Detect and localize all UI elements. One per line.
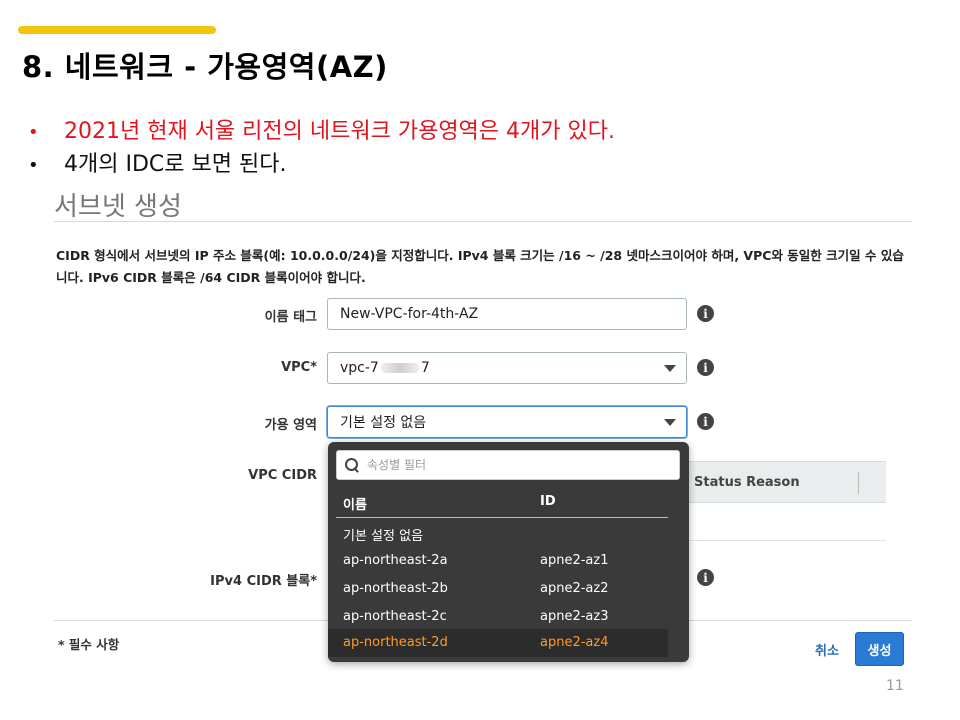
- create-subnet-heading: 서브넷 생성: [54, 192, 182, 222]
- create-button[interactable]: 생성: [855, 632, 904, 666]
- caret-down-icon: [664, 365, 676, 372]
- vpc-select[interactable]: vpc-7 7: [327, 352, 687, 384]
- option-name: ap-northeast-2c: [343, 609, 447, 624]
- option-id: apne2-az4: [540, 635, 609, 650]
- bullet-item: • 2021년 현재 서울 리전의 네트워크 가용영역은 4개가 있다.: [28, 116, 615, 149]
- option-id: apne2-az2: [540, 581, 609, 596]
- availability-zone-dropdown: 이름 ID 기본 설정 없음 ap-northeast-2a apne2-az1…: [328, 442, 689, 662]
- ipv4-cidr-label: IPv4 CIDR 블록*: [210, 574, 317, 589]
- slide-title: 8. 네트워크 - 가용영역(AZ): [22, 50, 388, 84]
- vpc-label: VPC*: [281, 360, 317, 375]
- info-icon[interactable]: i: [697, 359, 714, 376]
- table-row-divider: [686, 540, 886, 541]
- heading-divider: [54, 221, 912, 222]
- availability-zone-label: 가용 영역: [264, 418, 317, 433]
- bullet-list: • 2021년 현재 서울 리전의 네트워크 가용영역은 4개가 있다. • 4…: [28, 116, 615, 182]
- info-icon[interactable]: i: [697, 569, 714, 586]
- dropdown-option-highlighted[interactable]: ap-northeast-2d apne2-az4: [328, 629, 668, 657]
- required-note: * 필수 사항: [58, 637, 120, 652]
- id-column-header: ID: [540, 494, 556, 509]
- dropdown-option-default[interactable]: 기본 설정 없음: [328, 519, 668, 547]
- name-column-header: 이름: [343, 498, 367, 513]
- dropdown-header: 이름 ID: [328, 490, 689, 516]
- name-tag-input[interactable]: New-VPC-for-4th-AZ: [327, 298, 687, 330]
- option-name: ap-northeast-2d: [343, 635, 448, 650]
- bullet-text: 4개의 IDC로 보면 된다.: [64, 152, 287, 177]
- filter-search-box[interactable]: [336, 450, 680, 480]
- bullet-item: • 4개의 IDC로 보면 된다.: [28, 149, 615, 182]
- bullet-text: 2021년 현재 서울 리전의 네트워크 가용영역은 4개가 있다.: [64, 119, 615, 144]
- name-tag-label: 이름 태그: [264, 310, 317, 325]
- vpc-value-suffix: 7: [420, 360, 430, 376]
- dropdown-option[interactable]: ap-northeast-2b apne2-az2: [328, 575, 668, 603]
- option-name: ap-northeast-2a: [343, 553, 448, 568]
- name-tag-value: New-VPC-for-4th-AZ: [340, 306, 479, 322]
- availability-zone-select[interactable]: 기본 설정 없음: [327, 406, 687, 438]
- cidr-table-header: Status Reason: [686, 461, 886, 503]
- option-id: apne2-az3: [540, 609, 609, 624]
- filter-input[interactable]: [367, 458, 657, 472]
- info-icon[interactable]: i: [697, 413, 714, 430]
- vpc-cidr-label: VPC CIDR: [248, 468, 317, 483]
- column-separator: [858, 472, 859, 494]
- option-name: ap-northeast-2b: [343, 581, 448, 596]
- option-name: 기본 설정 없음: [343, 529, 424, 544]
- bullet-dot: •: [28, 155, 39, 176]
- caret-down-icon: [664, 419, 676, 426]
- title-accent-bar: [18, 26, 216, 34]
- dropdown-header-divider: [336, 517, 668, 518]
- bullet-dot: •: [28, 122, 39, 143]
- dropdown-option[interactable]: ap-northeast-2c apne2-az3: [328, 603, 668, 631]
- dropdown-option[interactable]: ap-northeast-2a apne2-az1: [328, 547, 668, 575]
- search-icon: [345, 458, 359, 472]
- page-number: 11: [886, 678, 904, 694]
- status-reason-column: Status Reason: [694, 475, 800, 490]
- vpc-value-prefix: vpc-7: [340, 360, 379, 376]
- option-id: apne2-az1: [540, 553, 609, 568]
- cancel-button[interactable]: 취소: [815, 640, 839, 659]
- info-icon[interactable]: i: [697, 305, 714, 322]
- redacted-blur: [380, 363, 419, 373]
- cidr-description: CIDR 형식에서 서브넷의 IP 주소 블록(예: 10.0.0.0/24)을…: [56, 248, 904, 285]
- availability-zone-value: 기본 설정 없음: [340, 415, 427, 431]
